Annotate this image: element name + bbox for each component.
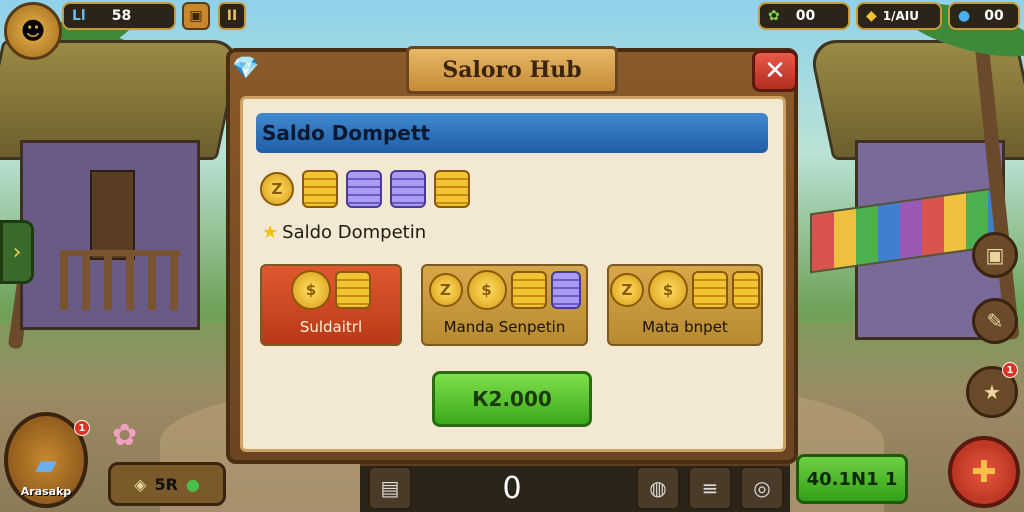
gold-coin-stack-icon xyxy=(434,170,470,208)
crystal-gem-icon: 💎 xyxy=(232,56,260,81)
dialog-title: Salоro Hub xyxy=(406,46,618,94)
confirm-amount-label: К2.000 xyxy=(472,387,552,411)
seed-bag-icon: ◈ xyxy=(134,474,147,494)
plate-icon: ◍ xyxy=(649,476,667,500)
dollar-coin-icon: $ xyxy=(291,270,331,310)
close-button[interactable]: ✕ xyxy=(752,50,798,92)
inventory-label: Arasakp xyxy=(20,485,72,498)
gold-coin-stack-icon xyxy=(692,271,728,309)
backpack-icon: ▰ xyxy=(35,448,57,481)
seed-counter-value: 5R xyxy=(154,474,178,494)
badge-count: 1 xyxy=(1006,364,1014,376)
dialog-title-text: Salоro Hub xyxy=(442,57,582,83)
wallet-sub-label: ★ Saldo Dompetin xyxy=(262,222,426,243)
item-slot-bottle[interactable]: ▤ xyxy=(368,466,412,510)
level-value: 58 xyxy=(111,8,132,24)
confirm-amount-button[interactable]: К2.000 xyxy=(432,371,592,427)
currency-value: 40.1N1 1 xyxy=(806,468,898,490)
resource-counter-3: ● 00 xyxy=(948,2,1020,30)
wallet-option-card-3[interactable]: Z $ Mata bnpet xyxy=(607,264,763,346)
sub-label-text: Saldo Dompetin xyxy=(282,222,427,243)
pause-icon: II xyxy=(226,8,238,24)
currency-button[interactable]: 40.1N1 1 xyxy=(796,454,908,504)
card-icons: $ xyxy=(291,270,371,310)
coin-stack-icon: ≡ xyxy=(701,476,719,500)
green-coin-icon: ● xyxy=(185,474,200,494)
fence xyxy=(60,250,180,310)
gold-coin-stack-icon xyxy=(302,170,338,208)
wallet-option-card-1[interactable]: $ Suldaitrl xyxy=(260,264,402,346)
inventory-badge-count: 1 xyxy=(78,422,86,434)
card-label: Manda Senpetin xyxy=(443,318,566,336)
level-label: Ll xyxy=(72,8,86,24)
gold-coin-icon: Z xyxy=(610,273,644,307)
gold-pouch-icon: ◆ xyxy=(866,8,877,24)
dollar-coin-icon: $ xyxy=(466,270,507,310)
flower-icon: ✿ xyxy=(112,418,138,453)
gold-coin-stack-icon xyxy=(732,271,760,309)
star-icon: ★ xyxy=(262,222,279,243)
seed-counter[interactable]: ◈ 5R ● xyxy=(108,462,226,506)
gem-bag-icon: ● xyxy=(958,8,971,24)
coin-row: Z xyxy=(260,170,470,208)
resource2-label: 1/AIU xyxy=(882,9,920,23)
scroll-icon: ✎ xyxy=(986,309,1004,333)
basket-icon: ◎ xyxy=(753,476,771,500)
resource-counter-2: ◆ 1/AIU xyxy=(856,2,942,30)
card-icons: Z $ xyxy=(428,270,581,310)
side-expand-button[interactable]: › xyxy=(0,220,34,284)
menu-slot-button[interactable]: ▣ xyxy=(182,2,210,30)
bottle-icon: ▤ xyxy=(380,476,400,500)
map-icon: ▣ xyxy=(985,243,1005,267)
gold-coin-icon: Z xyxy=(260,172,294,206)
puzzle-icon: ✚ xyxy=(971,454,997,490)
notification-badge: 1 xyxy=(1002,362,1018,378)
score-value: 0 xyxy=(502,470,522,506)
score-display: 0 xyxy=(488,468,536,508)
resource1-value: 00 xyxy=(795,8,816,24)
banner-text: Saldo Dompett xyxy=(262,121,430,145)
gold-coin-stack-icon xyxy=(335,271,371,309)
wallet-option-card-2[interactable]: Z $ Manda Senpetin xyxy=(421,264,588,346)
hut-door xyxy=(90,170,135,260)
build-button[interactable]: ✚ xyxy=(948,436,1020,508)
resource-counter-1: ✿ 00 xyxy=(758,2,850,30)
card-icons: Z $ xyxy=(610,270,760,310)
map-button[interactable]: ▣ xyxy=(972,232,1018,278)
star-icon: ★ xyxy=(983,380,1001,404)
item-slot-stack[interactable]: ≡ xyxy=(688,466,732,510)
pause-button[interactable]: II xyxy=(218,2,246,30)
level-display: Ll 58 xyxy=(62,2,176,30)
item-slot-plate[interactable]: ◍ xyxy=(636,466,680,510)
slot-icon: ▣ xyxy=(189,8,203,24)
chevron-right-icon: › xyxy=(12,239,22,265)
robot-face-icon: ☻ xyxy=(20,17,46,45)
inventory-badge: 1 xyxy=(74,420,90,436)
close-icon: ✕ xyxy=(764,56,786,86)
card-label: Mata bnpet xyxy=(642,318,728,336)
player-avatar[interactable]: ☻ xyxy=(4,2,62,60)
resource3-value: 00 xyxy=(984,8,1004,24)
purple-coin-stack-icon xyxy=(346,170,382,208)
leaf-icon: ✿ xyxy=(768,8,780,24)
wallet-balance-banner: Saldo Dompett xyxy=(256,113,768,153)
card-label: Suldaitrl xyxy=(299,318,363,336)
gold-coin-stack-icon xyxy=(510,271,547,309)
purple-coin-stack-icon xyxy=(390,170,426,208)
purple-coin-stack-icon xyxy=(550,271,581,309)
dollar-coin-icon: $ xyxy=(648,270,688,310)
gold-coin-icon: Z xyxy=(428,273,463,307)
quest-button[interactable]: ✎ xyxy=(972,298,1018,344)
item-slot-basket[interactable]: ◎ xyxy=(740,466,784,510)
